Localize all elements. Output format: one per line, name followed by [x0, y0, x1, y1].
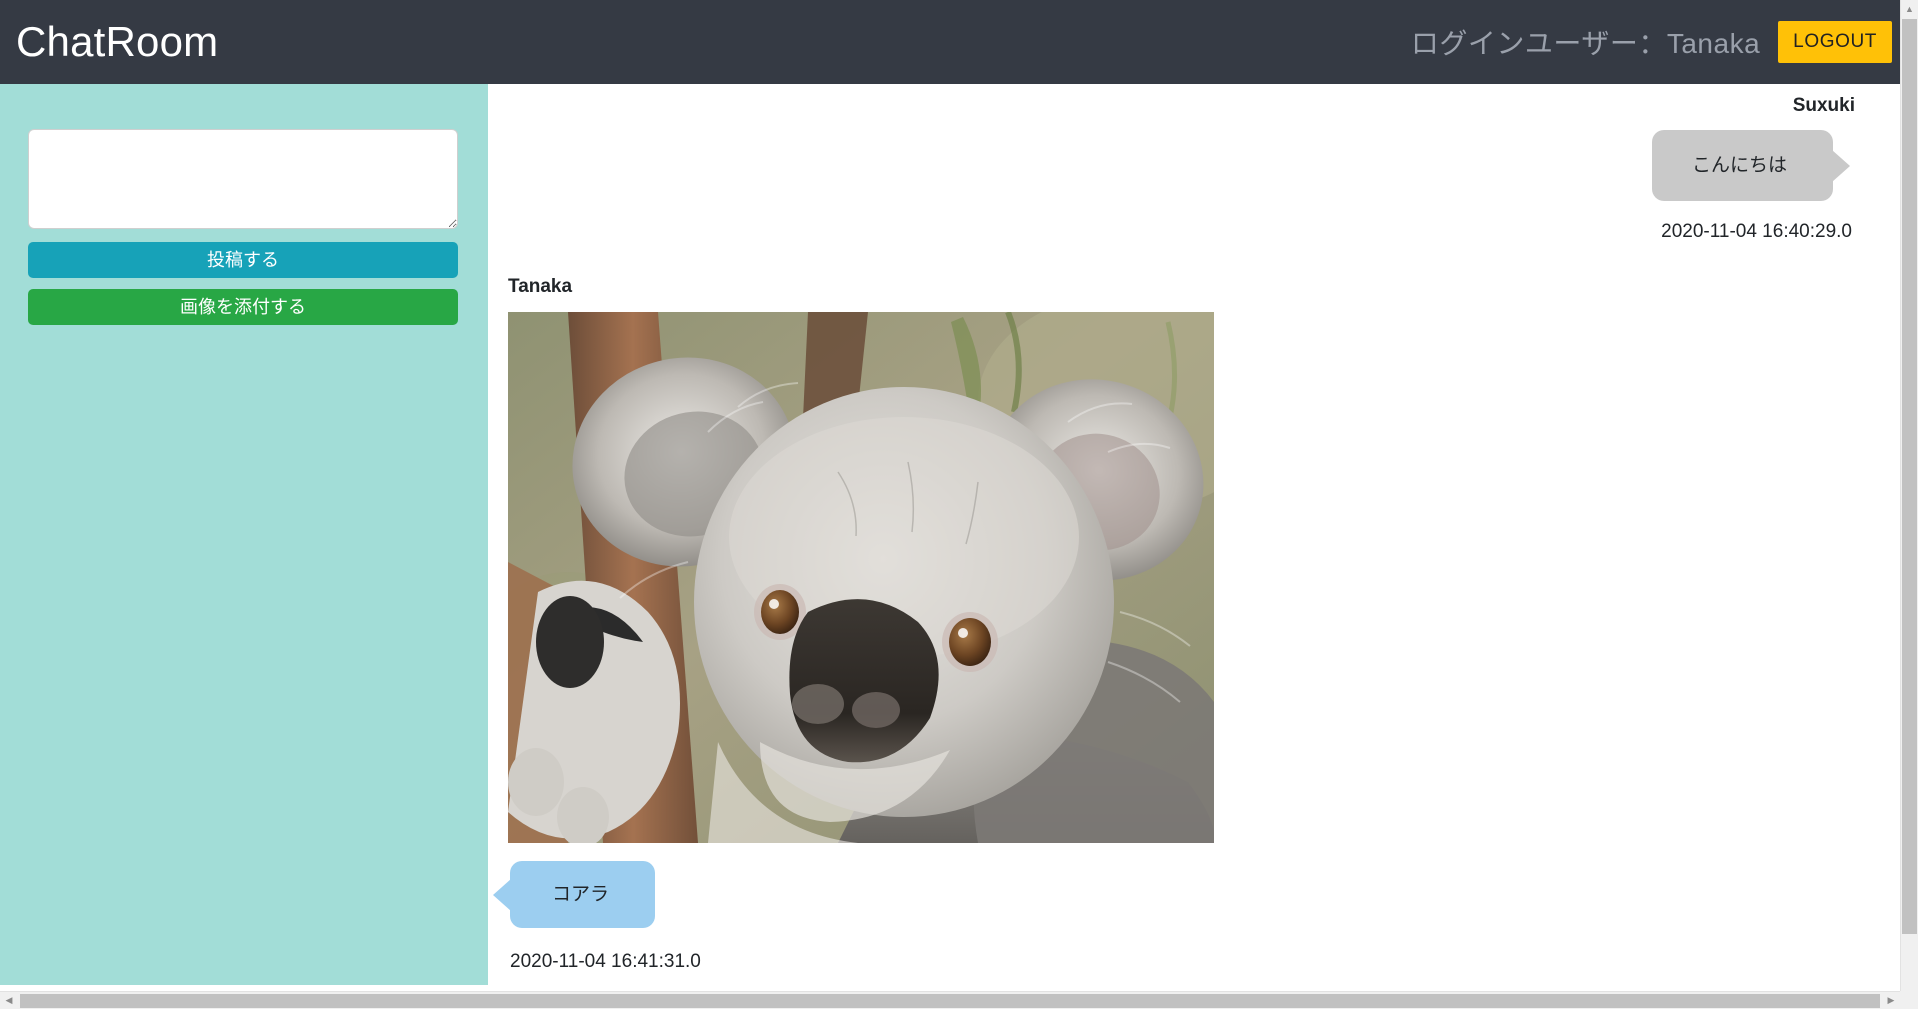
app-title: ChatRoom — [16, 18, 219, 65]
attach-image-button[interactable]: 画像を添付する — [28, 289, 458, 325]
message-item: Suxuki こんにちは 2020-11-04 16:40:29.0 — [488, 84, 1900, 241]
login-user-label: ログインユーザー：Tanaka — [1410, 28, 1761, 59]
vertical-scrollbar[interactable]: ▲ — [1900, 0, 1918, 1009]
post-message-button[interactable]: 投稿する — [28, 242, 458, 278]
logout-button[interactable]: LOGOUT — [1778, 21, 1892, 63]
message-compose-sidebar: 投稿する 画像を添付する — [0, 84, 488, 985]
scroll-right-arrow-icon[interactable]: ▶ — [1882, 992, 1900, 1009]
message-bubble: こんにちは — [1651, 130, 1833, 201]
message-sender-name: Tanaka — [508, 276, 573, 297]
message-bubble: コアラ — [510, 861, 656, 928]
scrollbar-corner — [1900, 991, 1918, 1009]
header-right-group: ログインユーザー：Tanaka LOGOUT — [1411, 21, 1900, 63]
scroll-left-arrow-icon[interactable]: ◀ — [0, 992, 18, 1009]
scroll-up-arrow-icon[interactable]: ▲ — [1901, 0, 1918, 18]
chat-messages-pane[interactable]: Suxuki こんにちは 2020-11-04 16:40:29.0 Tanak… — [488, 84, 1900, 985]
message-timestamp: 2020-11-04 16:41:31.0 — [510, 951, 701, 972]
message-bubble-row: こんにちは — [488, 130, 1900, 201]
horizontal-scrollbar[interactable]: ◀ ▶ — [0, 991, 1900, 1009]
scroll-up-glyph: ▲ — [1905, 3, 1914, 14]
message-item: Tanaka コアラ 2020-11-04 16:41:31.0 — [488, 241, 1900, 985]
message-input[interactable] — [28, 129, 458, 229]
chatroom-app: ChatRoom ログインユーザー：Tanaka LOGOUT 投稿する 画像を… — [0, 0, 1918, 1009]
scroll-left-glyph: ◀ — [5, 995, 13, 1005]
message-timestamp: 2020-11-04 16:40:29.0 — [1661, 221, 1852, 242]
message-bubble-row: コアラ — [488, 861, 1900, 928]
scroll-right-glyph: ▶ — [1887, 995, 1895, 1005]
app-header: ChatRoom ログインユーザー：Tanaka LOGOUT — [0, 0, 1900, 84]
vertical-scrollbar-thumb[interactable] — [1902, 19, 1917, 934]
message-attached-image[interactable] — [508, 312, 1214, 843]
horizontal-scrollbar-thumb[interactable] — [20, 994, 1880, 1008]
message-sender-name: Suxuki — [1792, 95, 1855, 116]
